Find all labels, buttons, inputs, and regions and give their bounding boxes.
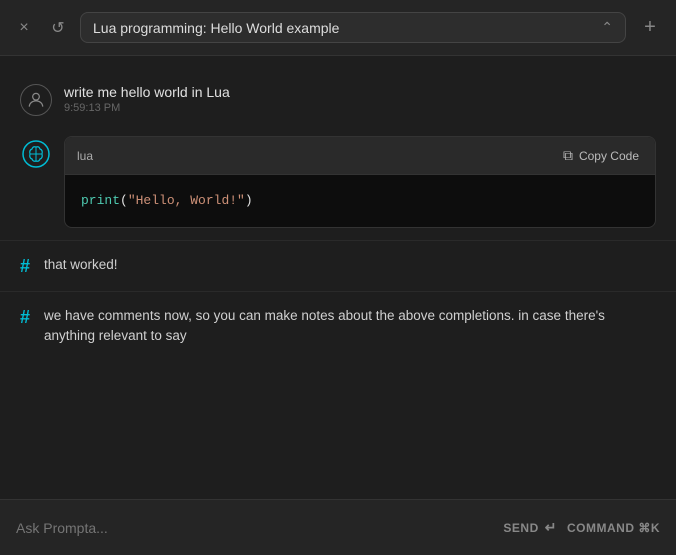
bottom-bar: SEND ↵ COMMAND ⌘K bbox=[0, 499, 676, 555]
close-button[interactable]: × bbox=[12, 16, 36, 40]
command-button[interactable]: COMMAND ⌘K bbox=[567, 521, 660, 535]
copy-icon: ⧉ bbox=[563, 147, 573, 164]
code-paren-close: ) bbox=[245, 193, 253, 208]
chat-area: write me hello world in Lua 9:59:13 PM l… bbox=[0, 56, 676, 499]
send-enter-icon: ↵ bbox=[545, 519, 557, 536]
copy-code-button[interactable]: ⧉ Copy Code bbox=[559, 145, 643, 166]
comment-hash-1: # bbox=[20, 256, 30, 277]
code-block: lua ⧉ Copy Code print("Hello, World!") bbox=[64, 136, 656, 228]
comment-row-1: # that worked! bbox=[0, 240, 676, 291]
ask-input[interactable] bbox=[16, 520, 493, 536]
user-content: write me hello world in Lua 9:59:13 PM bbox=[64, 84, 230, 114]
comment-text-2: we have comments now, so you can make no… bbox=[44, 306, 656, 347]
top-bar: × ↺ Lua programming: Hello World example… bbox=[0, 0, 676, 56]
user-message: write me hello world in Lua 9:59:13 PM bbox=[0, 72, 676, 128]
new-tab-button[interactable]: + bbox=[636, 14, 664, 42]
title-box: Lua programming: Hello World example ⌃ bbox=[80, 12, 626, 43]
avatar bbox=[20, 84, 52, 116]
ai-message: lua ⧉ Copy Code print("Hello, World!") bbox=[0, 128, 676, 240]
code-header: lua ⧉ Copy Code bbox=[65, 137, 655, 175]
code-function: print bbox=[81, 193, 120, 208]
user-time: 9:59:13 PM bbox=[64, 102, 230, 114]
command-label: COMMAND ⌘K bbox=[567, 521, 660, 535]
user-text: write me hello world in Lua bbox=[64, 84, 230, 100]
code-string: "Hello, World!" bbox=[128, 193, 245, 208]
send-button[interactable]: SEND ↵ bbox=[503, 519, 557, 536]
window-title: Lua programming: Hello World example bbox=[93, 20, 339, 36]
comment-text-1: that worked! bbox=[44, 255, 118, 275]
chevron-icon: ⌃ bbox=[601, 19, 613, 36]
comment-row-2: # we have comments now, so you can make … bbox=[0, 291, 676, 361]
copy-code-label: Copy Code bbox=[579, 149, 639, 163]
ai-icon bbox=[20, 138, 52, 170]
code-content: print("Hello, World!") bbox=[65, 175, 655, 227]
send-label: SEND bbox=[503, 521, 538, 535]
ai-content: lua ⧉ Copy Code print("Hello, World!") bbox=[64, 136, 656, 228]
code-lang: lua bbox=[77, 149, 93, 163]
code-paren-open: ( bbox=[120, 193, 128, 208]
refresh-button[interactable]: ↺ bbox=[46, 16, 70, 40]
comment-hash-2: # bbox=[20, 307, 30, 328]
